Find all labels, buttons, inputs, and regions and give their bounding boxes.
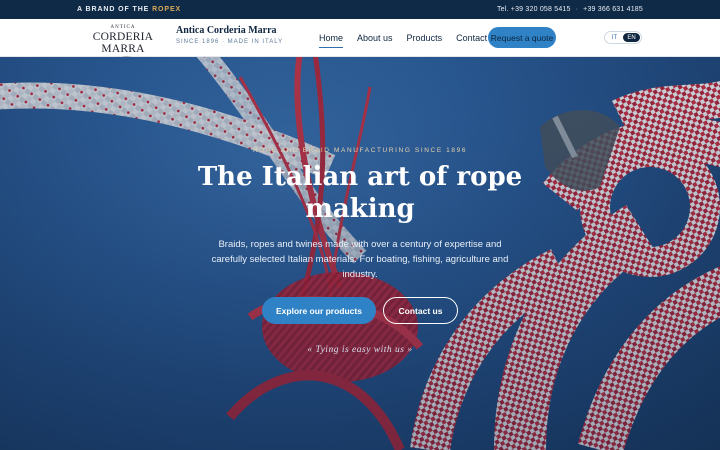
lang-it-option[interactable]: IT <box>606 33 623 42</box>
nav-item-home[interactable]: Home <box>319 33 344 48</box>
company-name: Antica Corderia Marra <box>176 25 277 36</box>
explore-products-button[interactable]: Explore our products <box>262 297 376 324</box>
site-logo[interactable]: ANTICA CORDERIA MARRA est. 1896 <box>78 25 168 60</box>
hero-motto: « Tying is easy with us » <box>307 345 413 355</box>
contact-us-button[interactable]: Contact us <box>383 297 458 324</box>
phone-link-2[interactable]: +39 366 631 4185 <box>583 6 643 13</box>
logo-main-text: CORDERIA MARRA <box>92 31 154 55</box>
hero-eyebrow: ROPE AND BRAID MANUFACTURING SINCE 1896 <box>252 147 468 154</box>
hero-section: ROPE AND BRAID MANUFACTURING SINCE 1896 … <box>0 57 720 450</box>
nav-item-about[interactable]: About us <box>357 33 393 43</box>
nav-item-products[interactable]: Products <box>407 33 443 43</box>
company-tagline: SINCE 1896 · MADE IN ITALY <box>176 39 284 45</box>
nav-menu: Home About us Products Contact <box>319 19 487 57</box>
phone-link-1[interactable]: Tel. +39 320 058 5415 <box>497 6 571 13</box>
contact-phones: Tel. +39 320 058 5415 · +39 366 631 4185 <box>497 6 643 13</box>
nav-item-contact[interactable]: Contact <box>456 33 487 43</box>
separator: · <box>575 6 579 13</box>
hero-headline: The Italian art of rope making <box>197 162 523 224</box>
main-navbar: ANTICA CORDERIA MARRA est. 1896 Antica C… <box>0 19 720 60</box>
request-quote-button[interactable]: Request a quote <box>488 27 556 48</box>
ropex-link[interactable]: ROPEX <box>152 6 181 13</box>
brand-prefix: A BRAND OF THE <box>77 6 153 13</box>
hero-subtitle: Braids, ropes and twines made with over … <box>211 239 509 280</box>
top-bar: A BRAND OF THE ROPEX Tel. +39 320 058 54… <box>0 0 720 19</box>
lang-en-option[interactable]: EN <box>623 33 640 42</box>
company-title: Antica Corderia Marra SINCE 1896 · MADE … <box>176 25 283 45</box>
brand-line: A BRAND OF THE ROPEX <box>77 6 181 13</box>
language-switcher: IT EN <box>604 31 642 44</box>
